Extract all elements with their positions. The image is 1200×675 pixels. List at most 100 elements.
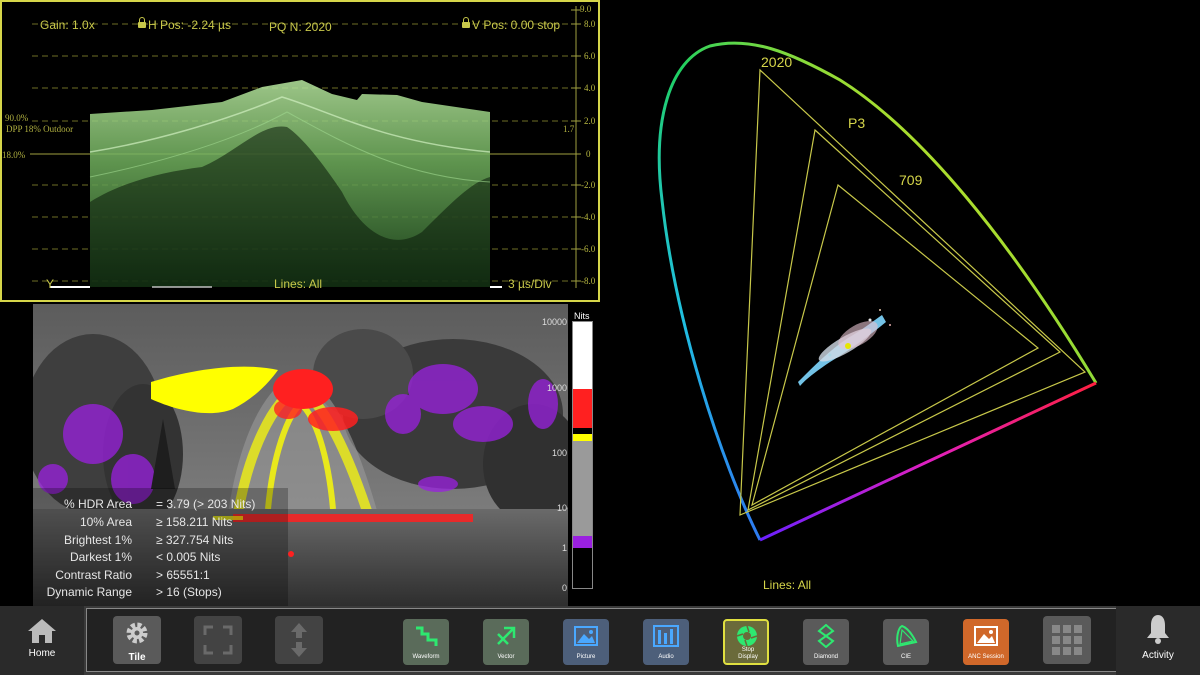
scale-label: 9.0 <box>580 4 592 14</box>
nits-band-red <box>573 389 592 428</box>
stat-label: Brightest 1% <box>63 533 132 547</box>
waveform-label: Waveform <box>412 654 440 660</box>
aperture-icon <box>736 625 758 647</box>
nits-tick-label: 10 <box>556 503 567 513</box>
waveform-graticule <box>30 6 581 288</box>
nits-tick-label: 0 <box>561 583 567 593</box>
stat-value: < 0.005 Nits <box>156 550 221 564</box>
nits-tick-label: 1 <box>561 543 567 553</box>
h-pos-value: H Pos: -2.24 µs <box>148 18 231 32</box>
image-icon <box>974 626 998 646</box>
swap-button[interactable] <box>275 616 323 664</box>
lock-icon <box>462 17 470 28</box>
stat-label: % HDR Area <box>63 497 132 511</box>
dpp-label: DPP 18% Outdoor <box>6 124 74 134</box>
scale-label: -6.0 <box>581 244 596 254</box>
v-pos-value: V Pos: 0.00 stop <box>472 18 561 32</box>
bottom-toolbar: Home Tile Waveform Vector Picture Audio … <box>0 606 1200 675</box>
tile-label: Tile <box>128 652 146 663</box>
stop-display-label: Stop Display <box>725 647 771 661</box>
stat-row: 10% Area ≥ 158.211 Nits <box>0 515 288 533</box>
scale-label: 2.0 <box>584 116 596 126</box>
tool-button-strip: Tile Waveform Vector Picture Audio Stop … <box>86 608 1117 672</box>
activity-label: Activity <box>1142 650 1174 661</box>
vector-button[interactable]: Vector <box>483 619 529 665</box>
waveform-button[interactable]: Waveform <box>403 619 449 665</box>
gamut-label-709: 709 <box>899 172 923 188</box>
cie-panel[interactable]: 2020 P3 709 Lines: All <box>600 0 1200 606</box>
picture-icon <box>574 626 598 646</box>
y-channel-label: Y <box>46 277 55 291</box>
lines-readout: Lines: All <box>274 277 323 291</box>
bell-icon <box>1147 615 1169 644</box>
cie-lines-readout: Lines: All <box>763 578 812 592</box>
scale-label: -2.0 <box>581 180 596 190</box>
fullscreen-button[interactable] <box>194 616 242 664</box>
nits-band-white <box>573 322 592 389</box>
audio-meter-icon <box>653 625 679 647</box>
scale-label: 8.0 <box>584 19 596 29</box>
up-down-arrow-icon <box>291 623 307 657</box>
stat-value: > 16 (Stops) <box>156 585 222 599</box>
dpp-value: 1.7 <box>563 124 575 134</box>
vector-label: Vector <box>497 654 515 660</box>
cie-button[interactable]: CIE <box>883 619 929 665</box>
diamond-button[interactable]: Diamond <box>803 619 849 665</box>
stat-row: % HDR Area = 3.79 (> 203 Nits) <box>0 497 288 515</box>
home-button[interactable]: Home <box>0 606 84 675</box>
home-label: Home <box>28 648 56 659</box>
tile-button[interactable]: Tile <box>113 616 161 664</box>
v-pos-readout: V Pos: 0.00 stop <box>462 17 561 32</box>
lock-icon <box>138 17 146 28</box>
audio-button[interactable]: Audio <box>643 619 689 665</box>
stat-row: Dynamic Range > 16 (Stops) <box>0 585 288 603</box>
gamut-label-p3: P3 <box>848 115 866 131</box>
scale-label: 0 <box>586 149 591 159</box>
audio-label: Audio <box>658 654 674 660</box>
cie-chromaticity-diagram <box>657 41 1098 542</box>
picture-label: Picture <box>576 654 596 660</box>
picture-button[interactable]: Picture <box>563 619 609 665</box>
stat-label: 10% Area <box>79 515 132 529</box>
hdr-stats-overlay: % HDR Area = 3.79 (> 203 Nits) 10% Area … <box>0 488 288 606</box>
nits-band-gray <box>573 441 592 536</box>
stat-value: = 3.79 (> 203 Nits) <box>156 497 256 511</box>
app-grid-button[interactable] <box>1043 616 1091 664</box>
gear-icon <box>126 622 148 644</box>
nits-bar <box>572 321 593 589</box>
gain-readout: Gain: 1.0x <box>40 18 95 32</box>
anc-session-label: ANC Session <box>968 654 1004 660</box>
stat-value: > 65551:1 <box>156 568 210 582</box>
gamut-label-2020: 2020 <box>761 54 793 70</box>
cie-label: CIE <box>900 654 911 660</box>
stat-value: ≥ 158.211 Nits <box>156 515 233 529</box>
waveform-icon <box>416 626 438 646</box>
scale-label: -8.0 <box>581 276 596 286</box>
nits-band-yellow <box>573 434 592 441</box>
stat-row: Contrast Ratio > 65551:1 <box>0 568 288 586</box>
grid-icon <box>1052 625 1082 655</box>
stat-row: Brightest 1% ≥ 327.754 Nits <box>0 533 288 551</box>
scale-label: 6.0 <box>584 51 596 61</box>
activity-button[interactable]: Activity <box>1116 606 1200 675</box>
stat-label: Contrast Ratio <box>55 568 132 582</box>
home-icon <box>28 619 56 643</box>
stat-value: ≥ 327.754 Nits <box>156 533 234 547</box>
nits-title: Nits <box>574 311 590 321</box>
nits-tick-label: 10000 <box>541 317 567 327</box>
vector-icon <box>497 626 516 645</box>
pct-18-label: 18.0% <box>2 150 26 160</box>
nits-tick-label: 100 <box>551 448 567 458</box>
nits-band-purple <box>573 536 592 548</box>
scale-label: 4.0 <box>584 83 596 93</box>
stat-label: Darkest 1% <box>69 550 132 564</box>
stop-display-label-line1: Stop <box>741 647 755 653</box>
time-div-readout: 3 µs/Div <box>508 277 552 291</box>
stat-label: Dynamic Range <box>46 585 132 599</box>
waveform-panel[interactable]: Gain: 1.0x H Pos: -2.24 µs PQ N: 2020 V … <box>0 0 600 302</box>
pq-readout: PQ N: 2020 <box>269 20 332 34</box>
stop-display-button[interactable]: Stop Display <box>723 619 769 665</box>
nits-tick-label: 1000 <box>546 383 567 393</box>
nits-scale: Nits 10000 1000 100 10 1 0 <box>534 305 598 593</box>
anc-session-button[interactable]: ANC Session <box>963 619 1009 665</box>
